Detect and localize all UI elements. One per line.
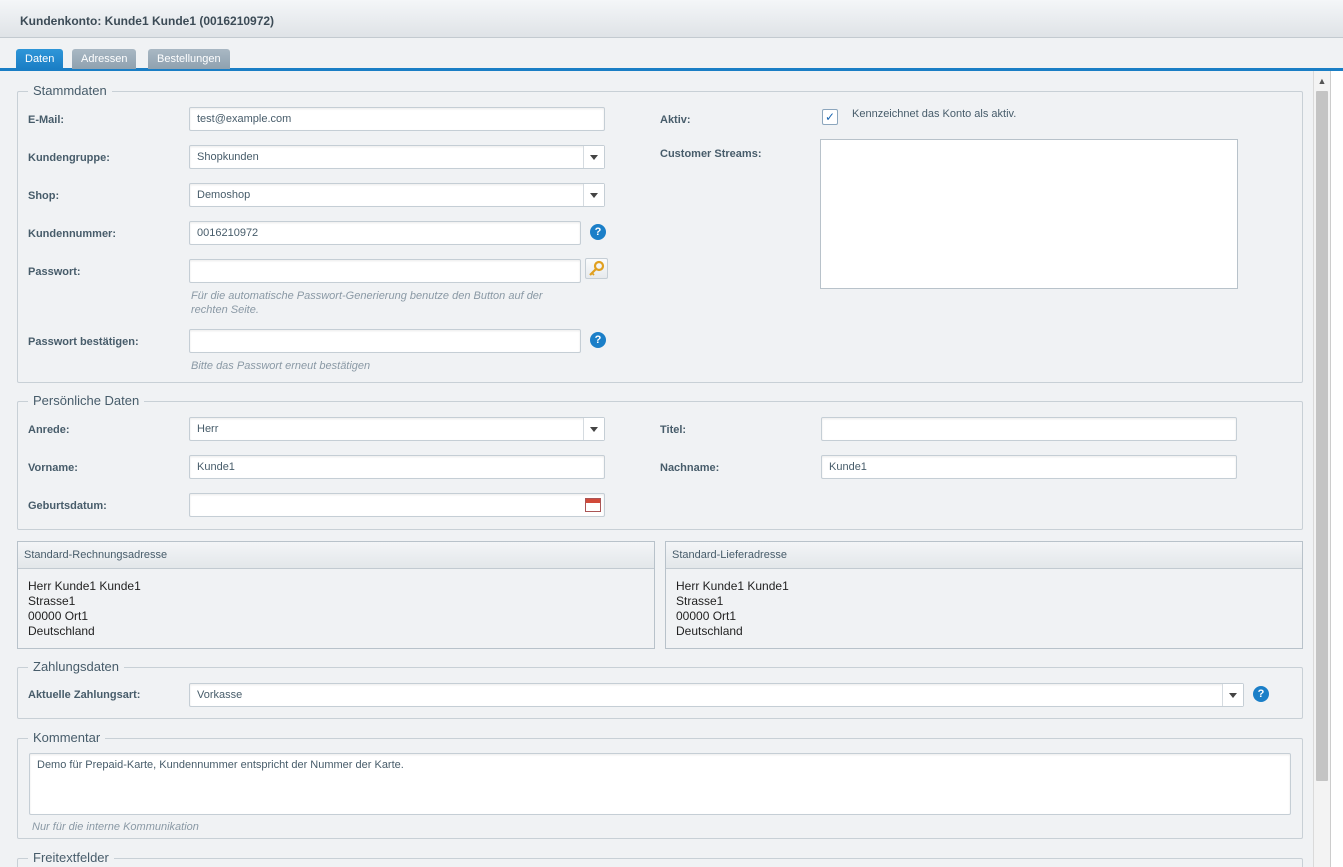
side-panel-edge xyxy=(1330,71,1343,867)
form-content: Stammdaten E-Mail: test@example.com Kund… xyxy=(0,71,1314,867)
shop-value: Demoshop xyxy=(197,189,251,201)
chevron-down-icon[interactable] xyxy=(583,146,604,168)
help-icon[interactable]: ? xyxy=(590,332,606,348)
address-line: Deutschland xyxy=(676,624,743,638)
address-line: Herr Kunde1 Kunde1 xyxy=(28,579,141,593)
email-label: E-Mail: xyxy=(28,114,65,126)
aktiv-hint: Kennzeichnet das Konto als aktiv. xyxy=(852,108,1017,120)
aktiv-checkbox[interactable]: ✓ xyxy=(822,109,838,125)
customer-streams-label: Customer Streams: xyxy=(660,148,762,160)
help-icon[interactable]: ? xyxy=(590,224,606,240)
anrede-value: Herr xyxy=(197,423,219,435)
lieferadresse-title: Standard-Lieferadresse xyxy=(666,542,1302,569)
zahlungsdaten-legend: Zahlungsdaten xyxy=(28,659,125,674)
nachname-field[interactable]: Kunde1 xyxy=(821,455,1237,479)
freitextfelder-legend: Freitextfelder xyxy=(28,850,114,865)
address-line: 00000 Ort1 xyxy=(676,609,737,623)
zahlungsart-value: Vorkasse xyxy=(197,689,243,701)
rechnungsadresse-body: Herr Kunde1 Kunde1 Strasse1 00000 Ort1 D… xyxy=(18,569,654,649)
address-line: Strasse1 xyxy=(676,594,724,608)
vorname-label: Vorname: xyxy=(28,462,78,474)
kundennummer-label: Kundennummer: xyxy=(28,228,116,240)
anrede-label: Anrede: xyxy=(28,424,70,436)
address-line: Strasse1 xyxy=(28,594,76,608)
window-title-bar: Kundenkonto: Kunde1 Kunde1 (0016210972) xyxy=(0,0,1343,38)
zahlungsart-label: Aktuelle Zahlungsart: xyxy=(28,689,141,701)
generate-password-button[interactable] xyxy=(585,258,608,279)
chevron-down-icon[interactable] xyxy=(583,184,604,206)
vertical-scrollbar[interactable]: ▲ xyxy=(1313,71,1330,867)
calendar-icon[interactable] xyxy=(585,498,601,512)
geburtsdatum-label: Geburtsdatum: xyxy=(28,500,107,512)
scroll-up-icon[interactable]: ▲ xyxy=(1314,73,1330,89)
kommentar-textarea[interactable]: Demo für Prepaid-Karte, Kundennummer ent… xyxy=(29,753,1291,815)
customer-streams-list[interactable] xyxy=(820,139,1238,289)
kundengruppe-label: Kundengruppe: xyxy=(28,152,110,164)
kundengruppe-select[interactable]: Shopkunden xyxy=(189,145,605,169)
passwort-hint: Für die automatische Passwort-Generierun… xyxy=(191,290,543,316)
rechnungsadresse-panel: Standard-Rechnungsadresse Herr Kunde1 Ku… xyxy=(17,541,655,649)
passwort-label: Passwort: xyxy=(28,266,81,278)
kundennummer-field[interactable]: 0016210972 xyxy=(189,221,581,245)
window-title: Kundenkonto: Kunde1 Kunde1 (0016210972) xyxy=(20,14,275,28)
tab-daten[interactable]: Daten xyxy=(16,49,64,69)
stammdaten-legend: Stammdaten xyxy=(28,83,112,98)
help-icon[interactable]: ? xyxy=(1253,686,1269,702)
address-line: 00000 Ort1 xyxy=(28,609,89,623)
lieferadresse-body: Herr Kunde1 Kunde1 Strasse1 00000 Ort1 D… xyxy=(666,569,1302,649)
kundengruppe-value: Shopkunden xyxy=(197,151,259,163)
titel-label: Titel: xyxy=(660,424,687,436)
shop-select[interactable]: Demoshop xyxy=(189,183,605,207)
titel-field[interactable] xyxy=(821,417,1237,441)
passwort-confirm-field[interactable] xyxy=(189,329,581,353)
geburtsdatum-field[interactable] xyxy=(189,493,605,517)
chevron-down-icon[interactable] xyxy=(583,418,604,440)
lieferadresse-panel: Standard-Lieferadresse Herr Kunde1 Kunde… xyxy=(665,541,1303,649)
rechnungsadresse-title: Standard-Rechnungsadresse xyxy=(18,542,654,569)
zahlungsart-select[interactable]: Vorkasse xyxy=(189,683,1244,707)
shop-label: Shop: xyxy=(28,190,60,202)
address-line: Deutschland xyxy=(28,624,95,638)
tab-bar: Daten Adressen Bestellungen xyxy=(0,38,1343,71)
aktiv-label: Aktiv: xyxy=(660,114,691,126)
kommentar-hint: Nur für die interne Kommunikation xyxy=(32,821,199,833)
vorname-field[interactable]: Kunde1 xyxy=(189,455,605,479)
address-line: Herr Kunde1 Kunde1 xyxy=(676,579,789,593)
email-field[interactable]: test@example.com xyxy=(189,107,605,131)
passwort-confirm-label: Passwort bestätigen: xyxy=(28,336,139,348)
chevron-down-icon[interactable] xyxy=(1222,684,1243,706)
passwort-field[interactable] xyxy=(189,259,581,283)
persoenliche-daten-legend: Persönliche Daten xyxy=(28,393,145,408)
passwort-confirm-hint: Bitte das Passwort erneut bestätigen xyxy=(191,360,371,372)
tab-adressen[interactable]: Adressen xyxy=(72,49,137,69)
nachname-label: Nachname: xyxy=(660,462,720,474)
anrede-select[interactable]: Herr xyxy=(189,417,605,441)
freitextfelder-fieldset: Freitextfelder xyxy=(17,850,1303,867)
scrollbar-thumb[interactable] xyxy=(1316,91,1328,781)
key-icon xyxy=(589,260,605,276)
kommentar-legend: Kommentar xyxy=(28,730,106,745)
tab-bestellungen[interactable]: Bestellungen xyxy=(148,49,230,69)
